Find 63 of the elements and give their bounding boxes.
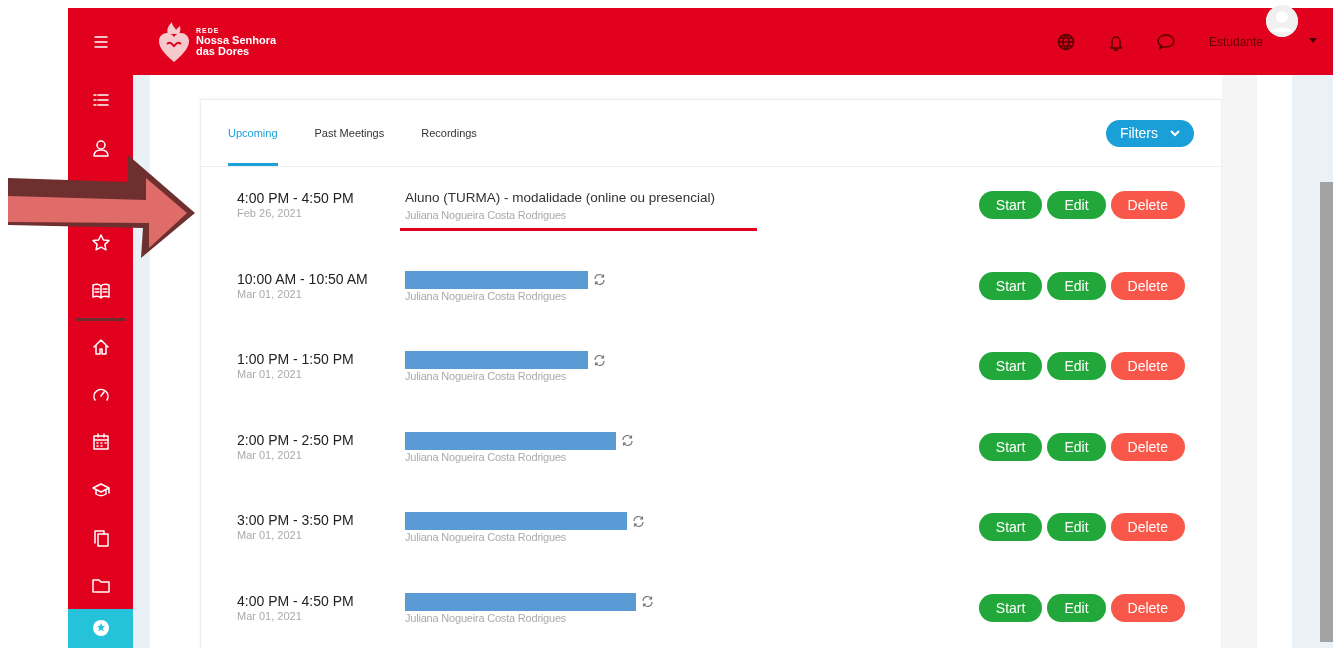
meeting-host: Juliana Nogueira Costa Rodrigues — [405, 289, 568, 302]
meeting-time: 1:00 PM - 1:50 PM — [237, 351, 355, 367]
home-icon[interactable] — [91, 338, 110, 357]
refresh-icon — [593, 353, 606, 367]
meeting-date: Mar 01, 2021 — [237, 368, 303, 380]
meeting-host: Juliana Nogueira Costa Rodrigues — [405, 209, 568, 221]
tab[interactable]: Upcoming — [228, 100, 278, 166]
refresh-icon — [641, 595, 654, 608]
tab[interactable]: Recordings — [421, 100, 477, 166]
caret-icon[interactable] — [1309, 38, 1317, 43]
refresh-icon — [621, 434, 634, 447]
edit-button[interactable]: Edit — [1047, 593, 1106, 622]
globe-icon[interactable] — [1056, 32, 1075, 51]
edit-button[interactable]: Edit — [1047, 271, 1106, 300]
brand-name: das Dores — [196, 45, 251, 57]
delete-button[interactable]: Delete — [1110, 191, 1185, 219]
start-button[interactable]: Start — [978, 352, 1043, 380]
start-button[interactable]: Start — [978, 271, 1043, 300]
graduation-cap-icon[interactable] — [91, 480, 110, 499]
meeting-host: Juliana Nogueira Costa Rodrigues — [405, 370, 568, 382]
meeting-time: 4:00 PM - 4:50 PM — [237, 190, 355, 206]
meeting-date: Mar 01, 2021 — [237, 448, 303, 461]
edit-button[interactable]: Edit — [1047, 191, 1106, 219]
meeting-date: Feb 26, 2021 — [237, 207, 303, 219]
start-button[interactable]: Start — [978, 593, 1043, 622]
copy-icon[interactable] — [91, 528, 110, 547]
edit-button[interactable]: Edit — [1047, 513, 1106, 541]
delete-button[interactable]: Delete — [1110, 352, 1185, 380]
filters-button[interactable]: Filters — [1105, 119, 1194, 147]
edit-button[interactable]: Edit — [1047, 432, 1106, 461]
chat-icon[interactable] — [1156, 32, 1175, 51]
meeting-host: Juliana Nogueira Costa Rodrigues — [405, 531, 568, 543]
meeting-host: Juliana Nogueira Costa Rodrigues — [405, 611, 568, 624]
folder-icon[interactable] — [91, 576, 110, 595]
star-icon[interactable] — [91, 234, 110, 253]
book-icon[interactable] — [91, 281, 110, 300]
refresh-icon — [593, 273, 606, 286]
meeting-time: 3:00 PM - 3:50 PM — [237, 512, 355, 528]
user-icon[interactable] — [91, 139, 110, 158]
delete-button[interactable]: Delete — [1110, 271, 1185, 300]
meeting-date: Mar 01, 2021 — [237, 529, 303, 541]
meeting-date: Mar 01, 2021 — [237, 609, 303, 622]
meeting-date: Mar 01, 2021 — [237, 287, 303, 300]
start-button[interactable]: Start — [978, 513, 1043, 541]
meeting-title[interactable]: Aluno (TURMA) - modalidade (online ou presencial) — [405, 190, 979, 208]
edit-button[interactable]: Edit — [1047, 352, 1106, 380]
delete-button[interactable]: Delete — [1110, 432, 1185, 461]
delete-button[interactable]: Delete — [1110, 513, 1185, 541]
meeting-time: 10:00 AM - 10:50 AM — [237, 270, 369, 287]
meeting-time: 4:00 PM - 4:50 PM — [237, 592, 355, 609]
tab[interactable]: Past Meetings — [314, 100, 385, 166]
calendar-icon[interactable] — [91, 433, 110, 452]
meeting-time: 2:00 PM - 2:50 PM — [237, 431, 355, 448]
chevron-down-icon — [1170, 129, 1180, 137]
avatar-icon[interactable] — [1266, 5, 1298, 37]
start-button[interactable]: Start — [978, 432, 1043, 461]
user-name[interactable]: Estudante — [1208, 34, 1263, 49]
delete-button[interactable]: Delete — [1110, 593, 1185, 622]
brand-name: Nossa Senhora — [196, 34, 277, 46]
meeting-host: Juliana Nogueira Costa Rodrigues — [405, 450, 568, 463]
refresh-icon — [632, 514, 645, 528]
scrollbar-thumb[interactable] — [1320, 182, 1333, 642]
start-button[interactable]: Start — [978, 191, 1043, 219]
